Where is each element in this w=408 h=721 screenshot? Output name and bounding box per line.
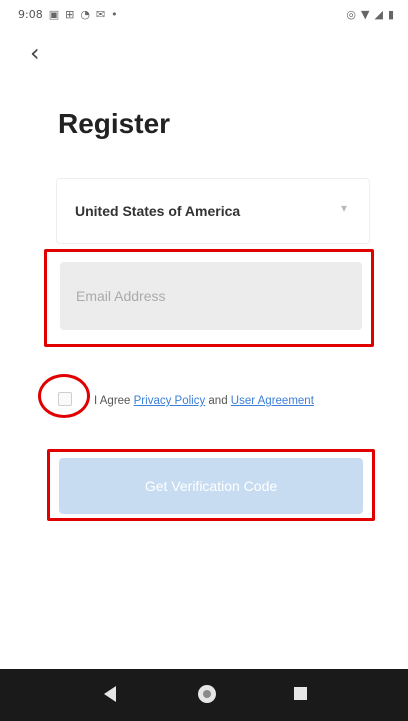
status-bar: 9:08 ▣ ⊞ ◔ ✉ • ◎ ▼ ◢ ▮: [0, 0, 408, 30]
page-title: Register: [58, 108, 171, 139]
back-button[interactable]: ‹: [30, 40, 56, 66]
chevron-down-icon: ▾: [340, 201, 347, 215]
user-agreement-link[interactable]: User Agreement: [231, 395, 314, 407]
get-verification-code-button[interactable]: Get Verification Code: [59, 458, 363, 514]
home-icon[interactable]: [198, 685, 216, 703]
grid-icon: ⊞: [65, 8, 75, 21]
recents-icon[interactable]: [294, 687, 307, 700]
dot-icon: •: [111, 8, 118, 21]
chevron-left-icon: ‹: [30, 39, 40, 67]
status-right: ◎ ▼ ◢ ▮: [346, 8, 394, 21]
back-icon[interactable]: [104, 686, 116, 702]
agree-checkbox[interactable]: [58, 392, 72, 406]
agreement-prefix: I Agree: [94, 395, 134, 407]
agreement-text: I Agree Privacy Policy and User Agreemen…: [94, 393, 324, 410]
agreement-connector: and: [205, 395, 231, 407]
email-field[interactable]: [60, 262, 362, 330]
system-nav-bar: [0, 669, 408, 721]
country-select[interactable]: United States of America ▾: [56, 178, 370, 244]
country-label: United States of America: [75, 203, 241, 219]
status-left: 9:08 ▣ ⊞ ◔ ✉ •: [18, 8, 118, 21]
location-icon: ◎: [346, 8, 356, 21]
signal-icon: ◔: [80, 8, 90, 21]
privacy-policy-link[interactable]: Privacy Policy: [134, 395, 206, 407]
battery-icon: ▮: [387, 8, 394, 21]
wifi-icon: ▼: [361, 8, 370, 21]
cellular-icon: ◢: [374, 8, 383, 21]
status-time: 9:08: [18, 8, 43, 21]
mail-icon: ✉: [95, 8, 106, 21]
notification-icon: ▣: [48, 8, 60, 21]
